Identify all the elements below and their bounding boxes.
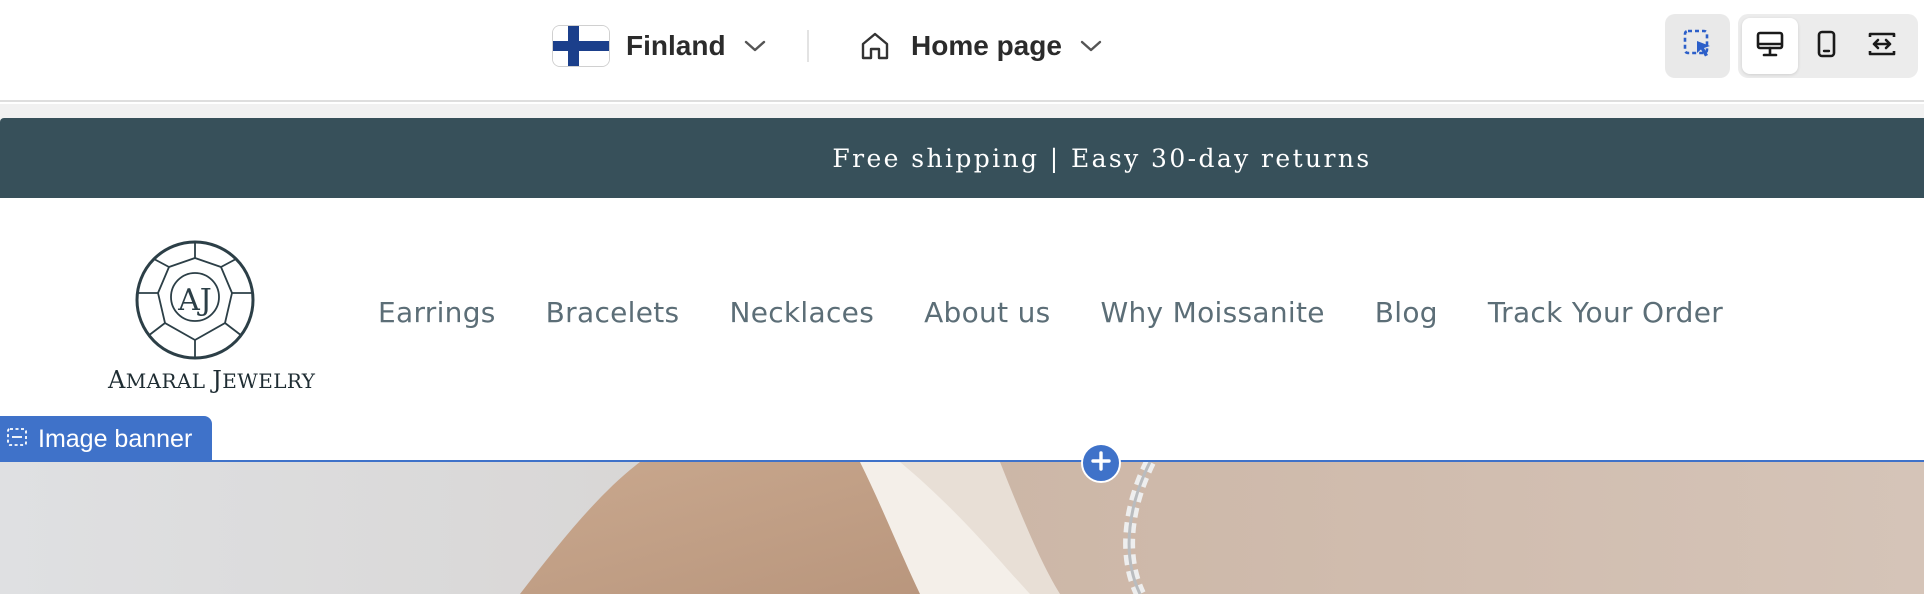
editor-toolbar: Finland Home page [0, 0, 1924, 102]
select-element-icon [1682, 28, 1714, 65]
logo-monogram: AJ [177, 283, 212, 318]
image-banner[interactable] [0, 462, 1924, 594]
logo-wordmark: AMARAL JEWELRY [108, 366, 316, 394]
nav-item-track-order[interactable]: Track Your Order [1488, 296, 1723, 329]
store-logo[interactable]: AJ AMARAL JEWELRY [108, 240, 316, 400]
home-icon [859, 31, 891, 61]
announcement-text: Free shipping | Easy 30-day returns [832, 143, 1372, 173]
nav-item-bracelets[interactable]: Bracelets [546, 296, 680, 329]
desktop-icon [1755, 29, 1785, 64]
device-view-toggle [1738, 14, 1918, 78]
main-nav: Earrings Bracelets Necklaces About us Wh… [378, 296, 1723, 329]
full-width-view-button[interactable] [1854, 18, 1910, 74]
nav-item-why-moissanite[interactable]: Why Moissanite [1101, 296, 1325, 329]
nav-item-about-us[interactable]: About us [924, 296, 1050, 329]
page-selector[interactable]: Home page [859, 22, 1102, 70]
plus-icon [1090, 450, 1112, 477]
chevron-down-icon [744, 39, 766, 53]
mobile-icon [1811, 29, 1841, 64]
nav-item-blog[interactable]: Blog [1375, 296, 1438, 329]
announcement-bar[interactable]: Free shipping | Easy 30-day returns [0, 118, 1924, 198]
nav-item-necklaces[interactable]: Necklaces [729, 296, 874, 329]
preview-canvas: Free shipping | Easy 30-day returns AJ A… [0, 104, 1924, 594]
nav-item-earrings[interactable]: Earrings [378, 296, 496, 329]
section-label: Image banner [38, 424, 193, 453]
store-header[interactable]: AJ AMARAL JEWELRY Earrings Bracelets Nec… [0, 198, 1924, 444]
full-width-icon [1866, 29, 1898, 64]
section-icon [6, 426, 28, 453]
country-selector[interactable]: Finland [553, 22, 766, 70]
page-label: Home page [911, 30, 1062, 61]
toolbar-divider [807, 30, 809, 62]
storefront-preview: Free shipping | Easy 30-day returns AJ A… [0, 118, 1924, 594]
section-label-tag[interactable]: Image banner [0, 416, 213, 462]
finland-flag-icon [553, 26, 609, 66]
banner-photo [0, 462, 1924, 594]
section-outline [0, 460, 1924, 462]
add-section-button[interactable] [1081, 443, 1121, 483]
gem-logo-icon: AJ [135, 240, 255, 360]
desktop-view-button[interactable] [1742, 18, 1798, 74]
select-element-button[interactable] [1665, 14, 1730, 78]
chevron-down-icon [1080, 39, 1102, 53]
mobile-view-button[interactable] [1798, 18, 1854, 74]
country-label: Finland [626, 30, 726, 61]
